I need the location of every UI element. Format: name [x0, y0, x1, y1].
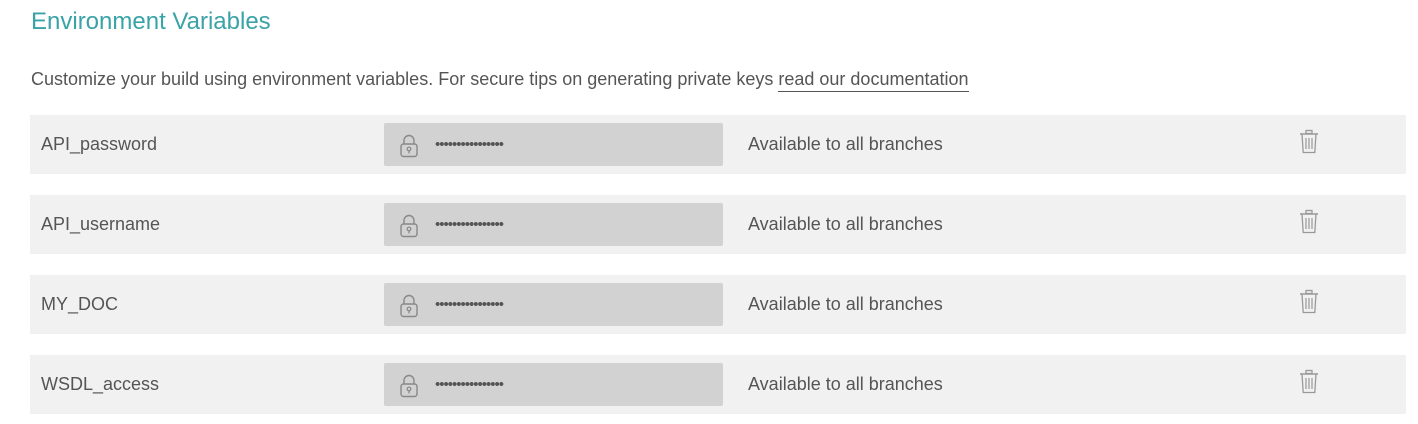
- secret-value-field: ••••••••••••••••: [384, 123, 723, 166]
- variable-scope: Available to all branches: [748, 374, 943, 394]
- secret-value-field: ••••••••••••••••: [384, 283, 723, 326]
- masked-value: ••••••••••••••••: [435, 296, 504, 313]
- variable-scope: Available to all branches: [748, 134, 943, 154]
- masked-value: ••••••••••••••••: [435, 136, 504, 153]
- variable-scope: Available to all branches: [748, 214, 943, 234]
- lock-icon: [400, 294, 418, 318]
- variable-name: WSDL_access: [41, 374, 160, 394]
- env-var-row: API_username •••••••••••••••• Available …: [30, 195, 1406, 254]
- masked-value: ••••••••••••••••: [435, 216, 504, 233]
- trash-icon[interactable]: [1298, 129, 1320, 155]
- secret-value-field: ••••••••••••••••: [384, 363, 723, 406]
- variable-scope: Available to all branches: [748, 294, 943, 314]
- trash-icon[interactable]: [1298, 289, 1320, 315]
- masked-value: ••••••••••••••••: [435, 376, 504, 393]
- lock-icon: [400, 134, 418, 158]
- env-var-row: API_password •••••••••••••••• Available …: [30, 115, 1406, 174]
- documentation-link[interactable]: read our documentation: [778, 69, 969, 92]
- trash-icon[interactable]: [1298, 209, 1320, 235]
- variables-list: API_password •••••••••••••••• Available …: [30, 115, 1406, 414]
- lock-icon: [400, 374, 418, 398]
- trash-icon[interactable]: [1298, 369, 1320, 395]
- intro-copy: Customize your build using environment v…: [31, 69, 779, 89]
- env-var-row: WSDL_access •••••••••••••••• Available t…: [30, 355, 1406, 414]
- variable-name: API_password: [41, 134, 158, 154]
- variable-name: MY_DOC: [41, 294, 119, 314]
- intro-text: Customize your build using environment v…: [31, 66, 969, 92]
- env-var-row: MY_DOC •••••••••••••••• Available to all…: [30, 275, 1406, 334]
- section-title: Environment Variables: [31, 8, 271, 35]
- secret-value-field: ••••••••••••••••: [384, 203, 723, 246]
- env-vars-page: Environment Variables Customize your bui…: [0, 0, 1418, 424]
- lock-icon: [400, 214, 418, 238]
- variable-name: API_username: [41, 214, 161, 234]
